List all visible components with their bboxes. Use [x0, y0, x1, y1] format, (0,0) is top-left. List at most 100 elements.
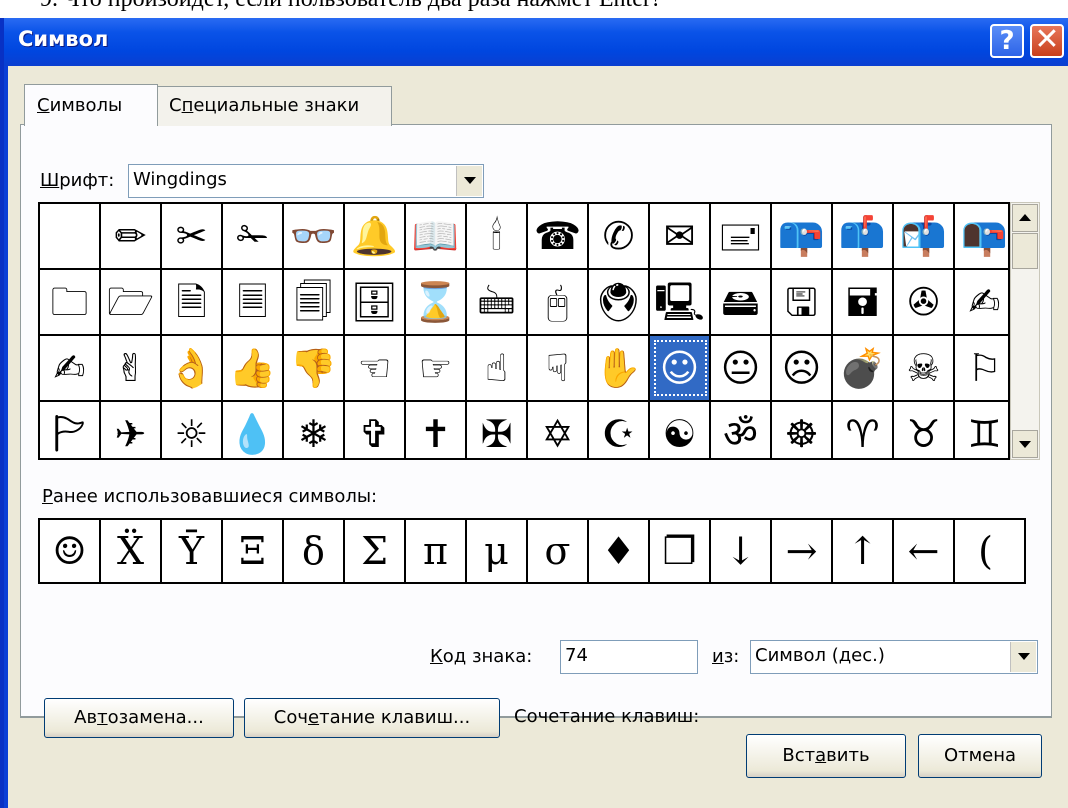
symbol-cell[interactable]: ✋	[589, 336, 650, 400]
symbol-cell[interactable]: 🖳	[650, 270, 711, 334]
symbol-cell[interactable]: ☸	[772, 402, 833, 458]
symbol-cell[interactable]: ✉	[650, 204, 711, 268]
symbol-cell[interactable]: ☎	[528, 204, 589, 268]
symbol-cell[interactable]: 🗀	[40, 270, 101, 334]
symbol-cell[interactable]: 💣	[833, 336, 894, 400]
symbol-cell[interactable]: 🖃	[711, 204, 772, 268]
symbol-cell[interactable]: ✂	[162, 204, 223, 268]
recent-symbol-cell[interactable]: σ	[528, 520, 589, 582]
symbol-cell[interactable]: ⚐	[955, 336, 1008, 400]
symbol-cell[interactable]: 🖬	[833, 270, 894, 334]
symbol-cell[interactable]: 📖	[406, 204, 467, 268]
symbol-cell[interactable]: ✌	[101, 336, 162, 400]
symbol-grid[interactable]: ✏ ✂ ✁ 👓 🔔 📖 🕯 ☎ ✆ ✉ 🖃 📪 📫 📬 📭 🗀 🗁 🗎 🗏 🗐 🗄 ⌛ 🖮 🖰 🖲 🖳 🖴 🖫 🖬 ✇ ✍ ✍ ✌ 👌 👍 👎 ☜ ☞ ☝ ☟…	[38, 202, 1010, 460]
recent-symbol-cell[interactable]: ♦	[589, 520, 650, 582]
symbol-cell[interactable]: ✞	[345, 402, 406, 458]
recent-symbol-cell[interactable]: (	[955, 520, 1016, 582]
symbol-cell[interactable]: 📫	[833, 204, 894, 268]
symbol-cell[interactable]: ✡	[528, 402, 589, 458]
char-code-input[interactable]: 74	[560, 640, 698, 674]
symbol-cell[interactable]: ✇	[894, 270, 955, 334]
help-button[interactable]: ?	[990, 24, 1024, 58]
recent-symbol-cell[interactable]: π	[406, 520, 467, 582]
symbol-cell[interactable]: 🔔	[345, 204, 406, 268]
font-select[interactable]: Wingdings	[128, 164, 484, 198]
scroll-up-icon[interactable]	[1012, 204, 1038, 232]
symbol-cell[interactable]: ☞	[406, 336, 467, 400]
symbol-cell[interactable]: 🖴	[711, 270, 772, 334]
symbol-cell[interactable]: 🗁	[101, 270, 162, 334]
recent-symbol-cell[interactable]: Ẍ	[101, 520, 162, 582]
symbol-cell[interactable]: 🖲	[589, 270, 650, 334]
symbol-cell[interactable]: ☝	[467, 336, 528, 400]
symbol-cell[interactable]: ♈	[833, 402, 894, 458]
symbol-cell[interactable]: ⌛	[406, 270, 467, 334]
symbol-cell[interactable]: ✍	[40, 336, 101, 400]
symbol-cell[interactable]: ✏	[101, 204, 162, 268]
recent-symbol-cell[interactable]: ←	[894, 520, 955, 582]
symbol-cell[interactable]: 💧	[223, 402, 284, 458]
recent-symbol-cell[interactable]: Ȳ	[162, 520, 223, 582]
recent-symbol-cell[interactable]: μ	[467, 520, 528, 582]
symbol-cell[interactable]: ☹	[772, 336, 833, 400]
symbol-cell[interactable]: ♉	[894, 402, 955, 458]
recent-symbol-cell[interactable]: ↑	[833, 520, 894, 582]
symbol-cell[interactable]: 👎	[284, 336, 345, 400]
symbol-cell[interactable]: ✆	[589, 204, 650, 268]
symbol-cell[interactable]: 👌	[162, 336, 223, 400]
symbol-cell[interactable]: ✠	[467, 402, 528, 458]
recent-symbol-cell[interactable]: ↓	[711, 520, 772, 582]
symbol-cell[interactable]: 📭	[955, 204, 1008, 268]
recent-symbol-cell[interactable]: →	[772, 520, 833, 582]
recent-symbol-cell[interactable]: Ξ	[223, 520, 284, 582]
symbol-cell[interactable]: 🖮	[467, 270, 528, 334]
symbol-cell[interactable]: 🖫	[772, 270, 833, 334]
recent-symbol-cell[interactable]: Σ	[345, 520, 406, 582]
symbol-cell[interactable]: ☼	[162, 402, 223, 458]
symbol-cell[interactable]: ☜	[345, 336, 406, 400]
symbol-cell[interactable]: 🗎	[162, 270, 223, 334]
symbol-cell[interactable]: ♊	[955, 402, 1008, 458]
from-select[interactable]: Символ (дес.)	[750, 640, 1038, 674]
symbol-cell[interactable]: ॐ	[711, 402, 772, 458]
scroll-down-icon[interactable]	[1012, 430, 1038, 458]
recent-symbols[interactable]: ☺ Ẍ Ȳ Ξδ Σπ μ σ ♦ ❐ ↓ → ↑ ←(	[38, 518, 1026, 584]
insert-button[interactable]: Вставить	[746, 734, 906, 778]
symbol-cell[interactable]: ☟	[528, 336, 589, 400]
symbol-cell[interactable]: 🗐	[284, 270, 345, 334]
symbol-cell[interactable]: 🖰	[528, 270, 589, 334]
shortcut-key-button[interactable]: Сочетание клавиш...	[244, 698, 500, 738]
recent-symbol-cell[interactable]: ❐	[650, 520, 711, 582]
symbol-cell-selected[interactable]: ☺	[650, 336, 711, 400]
close-button[interactable]: ✕	[1030, 24, 1064, 58]
symbol-cell[interactable]: 😐	[711, 336, 772, 400]
scroll-thumb[interactable]	[1012, 233, 1038, 269]
tab-special-characters[interactable]: Специальные знаки	[156, 86, 392, 126]
symbol-cell[interactable]: 🕯	[467, 204, 528, 268]
symbol-cell[interactable]: ☪	[589, 402, 650, 458]
chevron-down-icon[interactable]	[1010, 642, 1036, 672]
cancel-button[interactable]: Отмена	[918, 734, 1042, 778]
symbol-cell[interactable]: ☯	[650, 402, 711, 458]
recent-symbol-cell[interactable]: ☺	[40, 520, 101, 582]
autocorrect-button[interactable]: Автозамена...	[44, 698, 234, 738]
symbol-cell[interactable]: 👍	[223, 336, 284, 400]
recent-symbol-cell[interactable]: δ	[284, 520, 345, 582]
title-bar[interactable]: Символ ? ✕	[4, 18, 1068, 66]
symbol-cell[interactable]: 📪	[772, 204, 833, 268]
symbol-cell[interactable]: 🏱	[40, 402, 101, 458]
symbol-cell[interactable]: 👓	[284, 204, 345, 268]
symbol-grid-scrollbar[interactable]	[1010, 202, 1040, 460]
symbol-cell[interactable]: 🗄	[345, 270, 406, 334]
tab-symbols[interactable]: Символы	[24, 84, 158, 126]
symbol-cell[interactable]: 🗏	[223, 270, 284, 334]
symbol-cell[interactable]: ✁	[223, 204, 284, 268]
symbol-cell[interactable]: ✈	[101, 402, 162, 458]
symbol-cell[interactable]	[40, 204, 101, 268]
symbol-cell[interactable]: 📬	[894, 204, 955, 268]
symbol-cell[interactable]: ☠	[894, 336, 955, 400]
symbol-cell[interactable]: ✍	[955, 270, 1008, 334]
chevron-down-icon[interactable]	[456, 166, 482, 196]
symbol-cell[interactable]: ✝	[406, 402, 467, 458]
symbol-cell[interactable]: ❄	[284, 402, 345, 458]
